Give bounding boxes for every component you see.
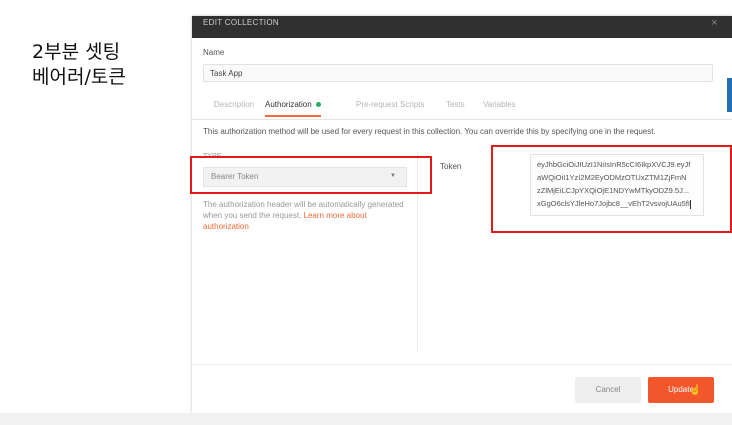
- modal-header: EDIT COLLECTION ×: [192, 16, 732, 38]
- tab-description[interactable]: Description: [214, 98, 254, 111]
- tab-tests[interactable]: Tests: [446, 98, 465, 111]
- modal-title: EDIT COLLECTION: [203, 18, 279, 27]
- name-label: Name: [203, 48, 225, 57]
- page-bottom-bar: [0, 413, 732, 425]
- tabs-divider: [192, 119, 732, 120]
- footer-divider: [192, 364, 732, 365]
- tab-pre-request-scripts[interactable]: Pre-request Scripts: [356, 98, 424, 111]
- close-icon[interactable]: ×: [711, 17, 718, 29]
- auth-info-text: This authorization method will be used f…: [203, 127, 656, 136]
- hand-cursor-icon: ☝: [689, 385, 702, 396]
- annotation-note: 2부분 셋팅 베어러/토큰: [32, 41, 126, 88]
- tab-variables[interactable]: Variables: [483, 98, 516, 111]
- tab-bar: Description Authorization Pre-request Sc…: [192, 98, 732, 120]
- tab-authorization-label: Authorization: [265, 100, 312, 109]
- update-button[interactable]: Update: [648, 377, 714, 403]
- collection-name-input[interactable]: Task App: [203, 64, 713, 82]
- token-label: Token: [440, 162, 462, 171]
- type-highlight-box: [190, 156, 432, 194]
- cancel-button[interactable]: Cancel: [575, 377, 641, 403]
- tab-authorization[interactable]: Authorization: [265, 98, 321, 117]
- auth-helper-text: The authorization header will be automat…: [203, 199, 408, 232]
- token-highlight-box: [491, 145, 732, 233]
- status-dot-icon: [315, 102, 321, 108]
